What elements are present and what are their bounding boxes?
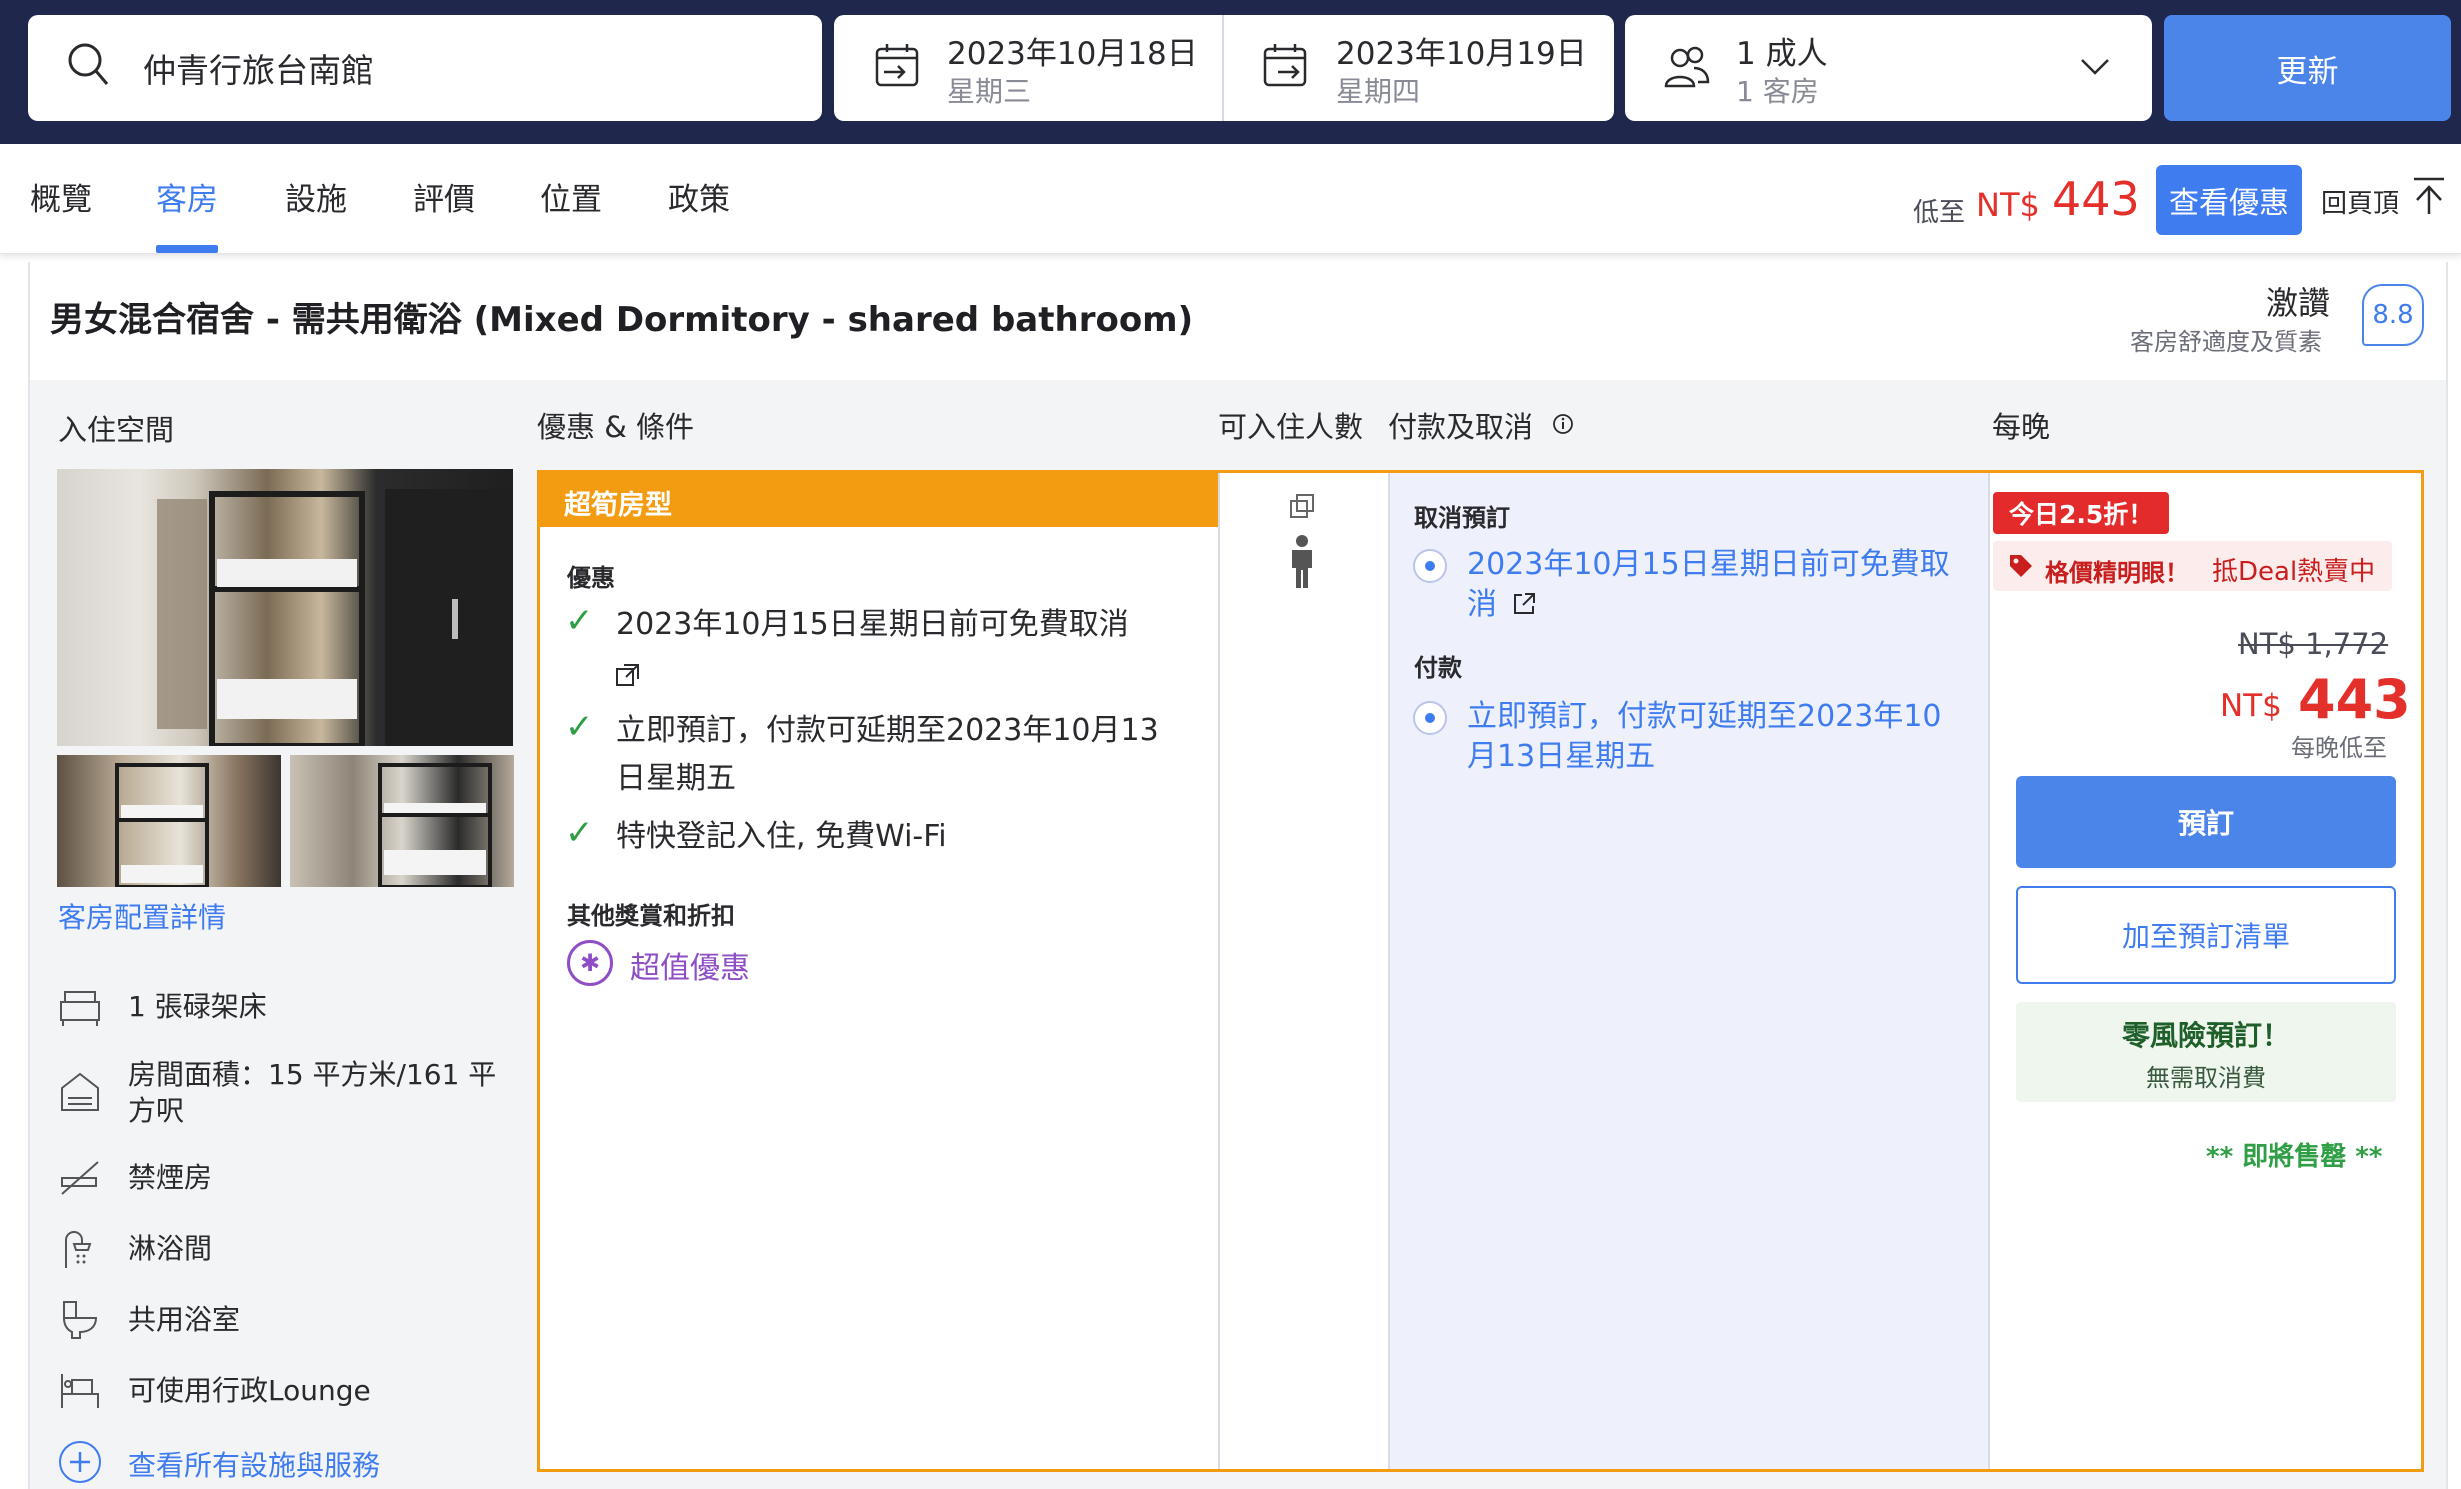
other-rewards-label: 其他獎賞和折扣 [567, 902, 735, 930]
room-count: 1 客房 [1736, 75, 1819, 108]
amenity-room-size: 房間面積：15 平方米/161 平方呎 [128, 1058, 497, 1127]
condition-express-checkin: 特快登記入住, 免費Wi-Fi [616, 819, 947, 854]
room-detail-link[interactable]: 客房配置詳情 [58, 896, 226, 936]
tab-overview[interactable]: 概覽 [30, 174, 92, 219]
checkout-date[interactable]: 2023年10月19日 [1336, 28, 1587, 73]
lowest-price: 443 [2052, 172, 2140, 226]
chevron-down-icon[interactable] [2080, 58, 2110, 76]
header-space: 入住空間 [58, 413, 175, 447]
column-divider [1388, 473, 1390, 1469]
tag-icon [2010, 555, 2032, 577]
checkin-calendar-icon [875, 44, 919, 87]
shower-icon [65, 1231, 92, 1268]
nightly-price: 443 [2298, 668, 2411, 731]
bed-icon [60, 991, 100, 1026]
checkin-day: 星期三 [947, 75, 1032, 108]
zero-risk-panel: 零風險預訂！ 無需取消費 [2016, 1002, 2396, 1102]
tab-rooms[interactable]: 客房 [156, 174, 218, 219]
see-all-amenities-link[interactable]: 查看所有設施與服務 [128, 1444, 380, 1484]
rating-subtitle: 客房舒適度及質素 [2130, 328, 2322, 356]
today-discount-badge: 今日2.5折！ [1993, 492, 2170, 534]
condition-pay-later: 立即預訂，付款可延期至2023年10月13日星期五 [616, 713, 1159, 796]
checkout-day: 星期四 [1336, 75, 1421, 108]
selling-fast-label: ** 即將售罄 ** [2206, 1142, 2383, 1172]
house-icon [61, 1072, 99, 1111]
room-title: 男女混合宿舍 - 需共用衛浴 (Mixed Dormitory - shared… [50, 300, 1194, 340]
rating-score-badge: 8.8 [2362, 284, 2424, 346]
book-button[interactable]: 預訂 [2016, 776, 2396, 868]
deal-type-banner: 超筍房型 [540, 473, 1218, 527]
plus-circle-icon[interactable] [58, 1440, 102, 1484]
update-button[interactable]: 更新 [2164, 15, 2451, 121]
original-price: NT$ 1,772 [2238, 627, 2389, 661]
header-capacity: 可入住人數 [1218, 410, 1364, 444]
zero-risk-subtitle: 無需取消費 [2146, 1064, 2266, 1092]
amenity-bed: 1 張碌架床 [128, 990, 267, 1023]
deal-tag-text: 抵Deal熱賣中 [2212, 557, 2376, 587]
person-icon [1292, 535, 1312, 588]
guest-count: 1 成人 [1736, 36, 1828, 72]
zero-risk-title: 零風險預訂！ [2121, 1019, 2290, 1052]
add-to-list-button[interactable]: 加至預訂清單 [2016, 886, 2396, 984]
cancel-policy-text: 2023年10月15日星期日前可免費取消 [1467, 547, 1950, 622]
check-icon: ✓ [565, 813, 594, 853]
info-icon[interactable] [1552, 413, 1574, 435]
date-divider [1222, 15, 1224, 121]
check-icon: ✓ [565, 707, 594, 747]
tab-facilities[interactable]: 設施 [285, 174, 347, 219]
arrow-up-icon[interactable] [2411, 176, 2447, 216]
amenity-lounge: 可使用行政Lounge [128, 1374, 371, 1407]
external-link-icon[interactable] [614, 661, 642, 689]
amenity-shower: 淋浴間 [128, 1232, 213, 1265]
rating-word: 激讚 [2266, 284, 2331, 322]
room-photo-thumb[interactable] [57, 755, 281, 887]
promo-label[interactable]: 超值優惠 [630, 943, 750, 987]
per-night-label: 每晚低至 [2291, 734, 2387, 762]
external-link-icon[interactable] [1511, 591, 1537, 617]
price-currency: NT$ [2220, 688, 2282, 724]
header-payment: 付款及取消 [1388, 410, 1534, 444]
back-to-top-link[interactable]: 回頁頂 [2321, 183, 2399, 220]
lounge-icon [61, 1374, 99, 1408]
deal-tag-strong: 格價精明眼！ [2045, 559, 2189, 587]
payment-label: 付款 [1414, 654, 1462, 682]
hotel-search-value: 仲青行旅台南館 [143, 51, 374, 90]
room-photo-thumb[interactable] [290, 755, 514, 887]
payment-policy-text: 立即預訂，付款可延期至2023年10月13日星期五 [1467, 699, 1942, 774]
no-smoking-icon [61, 1161, 99, 1195]
promo-badge-icon: ✱ [567, 940, 613, 986]
amenity-shared-bathroom: 共用浴室 [128, 1303, 241, 1336]
cancel-label: 取消預訂 [1414, 504, 1510, 532]
cancel-radio[interactable] [1413, 549, 1447, 583]
checkout-calendar-icon [1263, 44, 1307, 87]
condition-free-cancel: 2023年10月15日星期日前可免費取消 [616, 607, 1129, 642]
checkin-date[interactable]: 2023年10月18日 [947, 28, 1198, 73]
expand-icon[interactable] [1288, 492, 1316, 520]
tab-location[interactable]: 位置 [540, 174, 602, 219]
toilet-icon [62, 1301, 98, 1339]
header-nightly: 每晚 [1992, 410, 2051, 444]
lowest-price-label: 低至 [1913, 198, 1966, 228]
tab-policies[interactable]: 政策 [668, 174, 730, 219]
room-photo-main[interactable] [57, 469, 513, 746]
guests-icon [1664, 46, 1710, 88]
view-deal-button[interactable]: 查看優惠 [2156, 165, 2302, 235]
amenity-non-smoking: 禁煙房 [128, 1161, 213, 1194]
lowest-price-currency: NT$ [1976, 186, 2040, 224]
search-icon [68, 43, 109, 85]
active-tab-indicator [156, 245, 218, 253]
check-icon: ✓ [565, 601, 594, 641]
column-divider [1218, 473, 1220, 1469]
benefits-label: 優惠 [567, 564, 615, 592]
tab-reviews[interactable]: 評價 [413, 174, 475, 219]
column-divider [1988, 473, 1990, 1469]
payment-radio[interactable] [1413, 701, 1447, 735]
header-deals: 優惠 & 條件 [537, 410, 695, 444]
